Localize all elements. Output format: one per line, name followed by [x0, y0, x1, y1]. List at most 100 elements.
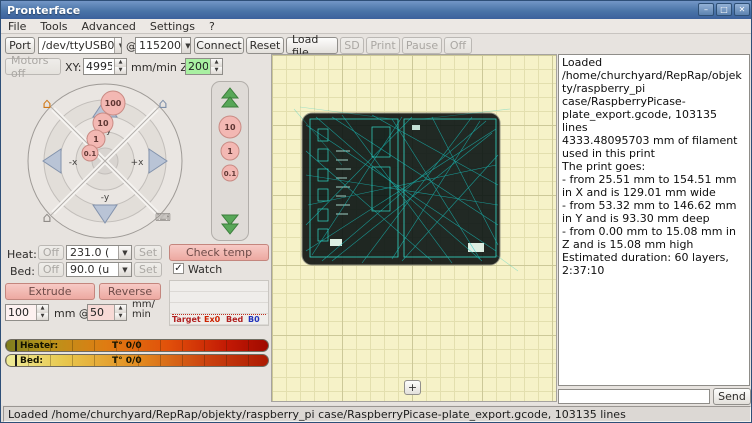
spin-up-icon[interactable]: ▲ [115, 305, 126, 313]
extrude-speed-spinner[interactable]: ▲▼ [87, 304, 127, 321]
connect-button[interactable]: Connect [194, 37, 244, 54]
heat-set-button: Set [134, 245, 162, 260]
load-file-button[interactable]: Load file [286, 37, 338, 54]
zoom-in-button[interactable]: + [404, 380, 421, 395]
distance-100-label[interactable]: 100 [105, 99, 122, 108]
menu-tools[interactable]: Tools [33, 19, 74, 34]
minimize-button[interactable]: – [698, 3, 714, 16]
menu-settings[interactable]: Settings [143, 19, 202, 34]
extrude-speed-input[interactable] [88, 305, 114, 320]
gcode-viewer[interactable]: + [271, 54, 557, 402]
titlebar[interactable]: Pronterface – □ ✕ [1, 1, 752, 19]
gauge-needle-icon [15, 340, 17, 351]
spin-down-icon[interactable]: ▼ [37, 313, 48, 321]
graph-legend-target: Target [172, 315, 201, 324]
spin-up-icon[interactable]: ▲ [211, 59, 222, 67]
reset-button[interactable]: Reset [246, 37, 284, 54]
jog-minus-y-label[interactable]: -y [101, 193, 110, 203]
print-preview [272, 55, 556, 401]
watch-label: Watch [188, 263, 222, 276]
spinner-arrows[interactable]: ▲▼ [114, 305, 126, 320]
check-temp-button[interactable]: Check temp [169, 244, 269, 261]
port-button[interactable]: Port [5, 37, 35, 54]
jog-minus-x-label[interactable]: -x [69, 158, 78, 168]
baud-combo-value: 115200 [139, 39, 181, 52]
menu-help[interactable]: ? [202, 19, 222, 34]
z-rate-label: mm/min Z: [131, 61, 192, 74]
heater-gauge: Heater: T° 0/0 [5, 339, 269, 352]
extrude-button[interactable]: Extrude [5, 283, 95, 300]
chevron-down-icon[interactable]: ▼ [118, 263, 131, 276]
xy-rate-label: XY: [65, 61, 82, 74]
graph-legend-ex0: Ex0 [204, 315, 220, 324]
graph-legend-bed: Bed [226, 315, 243, 324]
heat-temp-combo[interactable]: 231.0 ( ▼ [66, 245, 132, 260]
spin-up-icon[interactable]: ▲ [37, 305, 48, 313]
spinner-arrows[interactable]: ▲▼ [36, 305, 48, 320]
baud-combo[interactable]: 115200 ▼ [135, 37, 191, 54]
reverse-button[interactable]: Reverse [99, 283, 161, 300]
heater-gauge-label: Heater: [20, 341, 58, 351]
pause-button: Pause [402, 37, 442, 54]
z-distance-10-label[interactable]: 10 [224, 123, 236, 132]
heater-gauge-value: T° 0/0 [112, 341, 142, 351]
spin-down-icon[interactable]: ▼ [115, 313, 126, 321]
chevron-down-icon[interactable]: ▼ [114, 38, 122, 53]
heat-off-button: Off [38, 245, 64, 260]
distance-10-label[interactable]: 10 [97, 119, 109, 128]
extrude-at-label: mm @ [54, 307, 90, 320]
port-combo[interactable]: /dev/ttyUSB0 ▼ [38, 37, 122, 54]
temperature-graph[interactable]: Target Ex0 Bed B0 [169, 280, 269, 326]
sd-button: SD [340, 37, 364, 54]
chevron-down-icon[interactable]: ▼ [181, 38, 191, 53]
command-input[interactable] [558, 389, 710, 404]
extrude-unit-label: mm/ min [132, 300, 155, 320]
graph-legend-b0: B0 [248, 315, 260, 324]
bed-gauge-label: Bed: [20, 356, 43, 366]
window-title: Pronterface [1, 4, 80, 17]
xy-jog-pad[interactable]: +y -y -x +x ⌂ ⌂ ⌂ ⌨ 100 10 1 0.1 [25, 81, 185, 241]
z-distance-01-label[interactable]: 0.1 [224, 170, 237, 178]
statusbar: Loaded /home/churchyard/RepRap/objekty/r… [1, 405, 752, 423]
close-button[interactable]: ✕ [734, 3, 750, 16]
port-combo-value: /dev/ttyUSB0 [42, 39, 114, 52]
chevron-down-icon[interactable]: ▼ [118, 246, 131, 259]
home-xy-icon[interactable]: ⌂ [43, 96, 52, 112]
bed-label: Bed: [7, 265, 35, 278]
bed-temp-combo[interactable]: 90.0 (u ▼ [66, 262, 132, 277]
heat-temp-value: 231.0 ( [70, 246, 109, 259]
send-button[interactable]: Send [713, 388, 751, 405]
z-distance-1-label[interactable]: 1 [227, 147, 233, 156]
z-rate-spinner[interactable]: ▲▼ [185, 58, 223, 75]
home-x-icon[interactable]: ⌂ [43, 210, 52, 226]
keyboard-jog-icon[interactable]: ⌨ [155, 211, 171, 224]
menu-advanced[interactable]: Advanced [75, 19, 143, 34]
z-down-icon[interactable] [222, 224, 238, 234]
gauge-needle-icon [15, 355, 17, 366]
menu-file[interactable]: File [1, 19, 33, 34]
bed-temp-value: 90.0 (u [70, 263, 109, 276]
distance-1-label[interactable]: 1 [93, 135, 99, 144]
extrude-length-spinner[interactable]: ▲▼ [5, 304, 49, 321]
spin-up-icon[interactable]: ▲ [115, 59, 126, 67]
home-y-icon[interactable]: ⌂ [159, 96, 168, 112]
spin-down-icon[interactable]: ▼ [211, 67, 222, 75]
bed-gauge: Bed: T° 0/0 [5, 354, 269, 367]
print-button: Print [366, 37, 400, 54]
z-jog-strip: 10 1 0.1 [211, 81, 249, 241]
xy-rate-input[interactable] [84, 59, 114, 74]
maximize-button[interactable]: □ [716, 3, 732, 16]
distance-01-label[interactable]: 0.1 [84, 150, 97, 158]
xy-rate-spinner[interactable]: ▲▼ [83, 58, 127, 75]
extrude-length-input[interactable] [6, 305, 36, 320]
menubar: File Tools Advanced Settings ? [1, 19, 752, 34]
spin-down-icon[interactable]: ▼ [115, 67, 126, 75]
log-output[interactable]: Loaded /home/churchyard/RepRap/objekty/r… [558, 54, 750, 386]
spinner-arrows[interactable]: ▲▼ [210, 59, 222, 74]
spinner-arrows[interactable]: ▲▼ [114, 59, 126, 74]
watch-checkbox[interactable]: ✓ [173, 263, 184, 274]
bed-off-button: Off [38, 262, 64, 277]
heat-label: Heat: [7, 248, 35, 261]
jog-plus-x-label[interactable]: +x [131, 158, 145, 168]
z-rate-input[interactable] [186, 59, 210, 74]
